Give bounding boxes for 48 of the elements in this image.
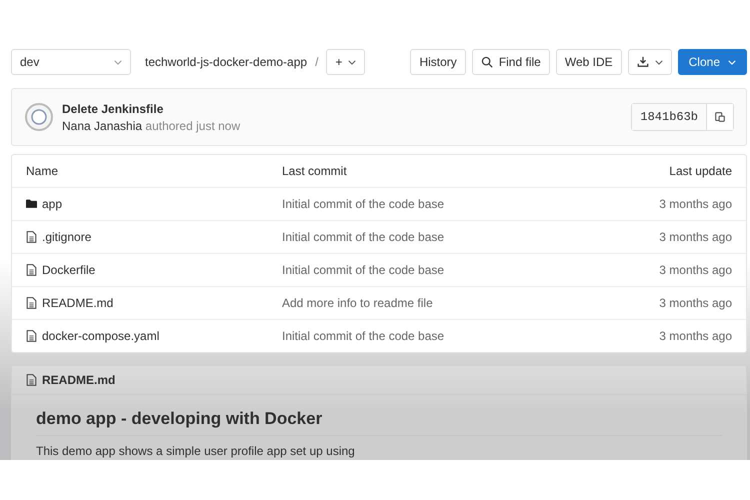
avatar-icon xyxy=(24,102,54,132)
file-icon xyxy=(26,374,37,386)
commit-time: authored just now xyxy=(145,118,240,132)
add-dropdown-button[interactable]: + xyxy=(326,49,366,75)
toolbar-button[interactable]: History xyxy=(410,49,466,75)
file-icon xyxy=(26,330,37,342)
file-icon xyxy=(26,231,37,243)
commit-message[interactable]: Initial commit of the code base xyxy=(282,263,660,277)
chevron-down-icon xyxy=(114,60,122,64)
find-file-button[interactable]: Find file xyxy=(472,49,550,75)
file-name[interactable]: README.md xyxy=(42,296,114,310)
toolbar-button[interactable]: Web IDE xyxy=(556,49,622,75)
update-time: 3 months ago xyxy=(659,230,732,244)
update-time: 3 months ago xyxy=(659,263,732,277)
readme-heading: demo app - developing with Docker xyxy=(36,409,722,436)
column-header: Last update xyxy=(669,164,732,178)
file-name[interactable]: app xyxy=(42,197,62,211)
readme-filename: README.md xyxy=(42,373,116,387)
file-name[interactable]: Dockerfile xyxy=(42,263,96,277)
file-icon xyxy=(26,264,37,276)
commit-sha[interactable]: 1841b63b xyxy=(632,104,707,130)
folder-icon xyxy=(26,198,37,210)
update-time: 3 months ago xyxy=(659,197,732,211)
file-icon xyxy=(26,297,37,309)
branch-dropdown[interactable]: dev xyxy=(11,49,131,75)
path-separator: / xyxy=(315,55,318,69)
chevron-down-icon xyxy=(728,60,736,64)
column-header: Name xyxy=(26,164,60,178)
readme-paragraph: This demo app shows a simple user profile app set up using xyxy=(36,444,356,458)
download-dropdown-button[interactable] xyxy=(628,49,672,75)
commit-title[interactable]: Delete Jenkinsfile xyxy=(62,102,624,116)
commit-message[interactable]: Add more info to readme file xyxy=(282,296,660,310)
update-time: 3 months ago xyxy=(659,296,732,310)
commit-message[interactable]: Initial commit of the code base xyxy=(282,230,660,244)
copy-icon xyxy=(714,111,726,123)
column-header: Last commit xyxy=(282,164,348,178)
clone-button[interactable]: Clone xyxy=(678,49,747,75)
file-name[interactable]: .gitignore xyxy=(42,230,92,244)
commit-author[interactable]: Nana Janashia xyxy=(62,118,142,132)
commit-message[interactable]: Initial commit of the code base xyxy=(282,329,660,343)
chevron-down-icon xyxy=(348,60,356,64)
search-icon xyxy=(480,56,493,68)
file-name[interactable]: docker-compose.yaml xyxy=(42,329,160,343)
update-time: 3 months ago xyxy=(659,329,732,343)
chevron-down-icon xyxy=(654,60,663,64)
commit-message[interactable]: Initial commit of the code base xyxy=(282,197,660,211)
download-icon xyxy=(636,56,649,68)
repository-name[interactable]: techworld-js-docker-demo-app xyxy=(145,55,308,69)
